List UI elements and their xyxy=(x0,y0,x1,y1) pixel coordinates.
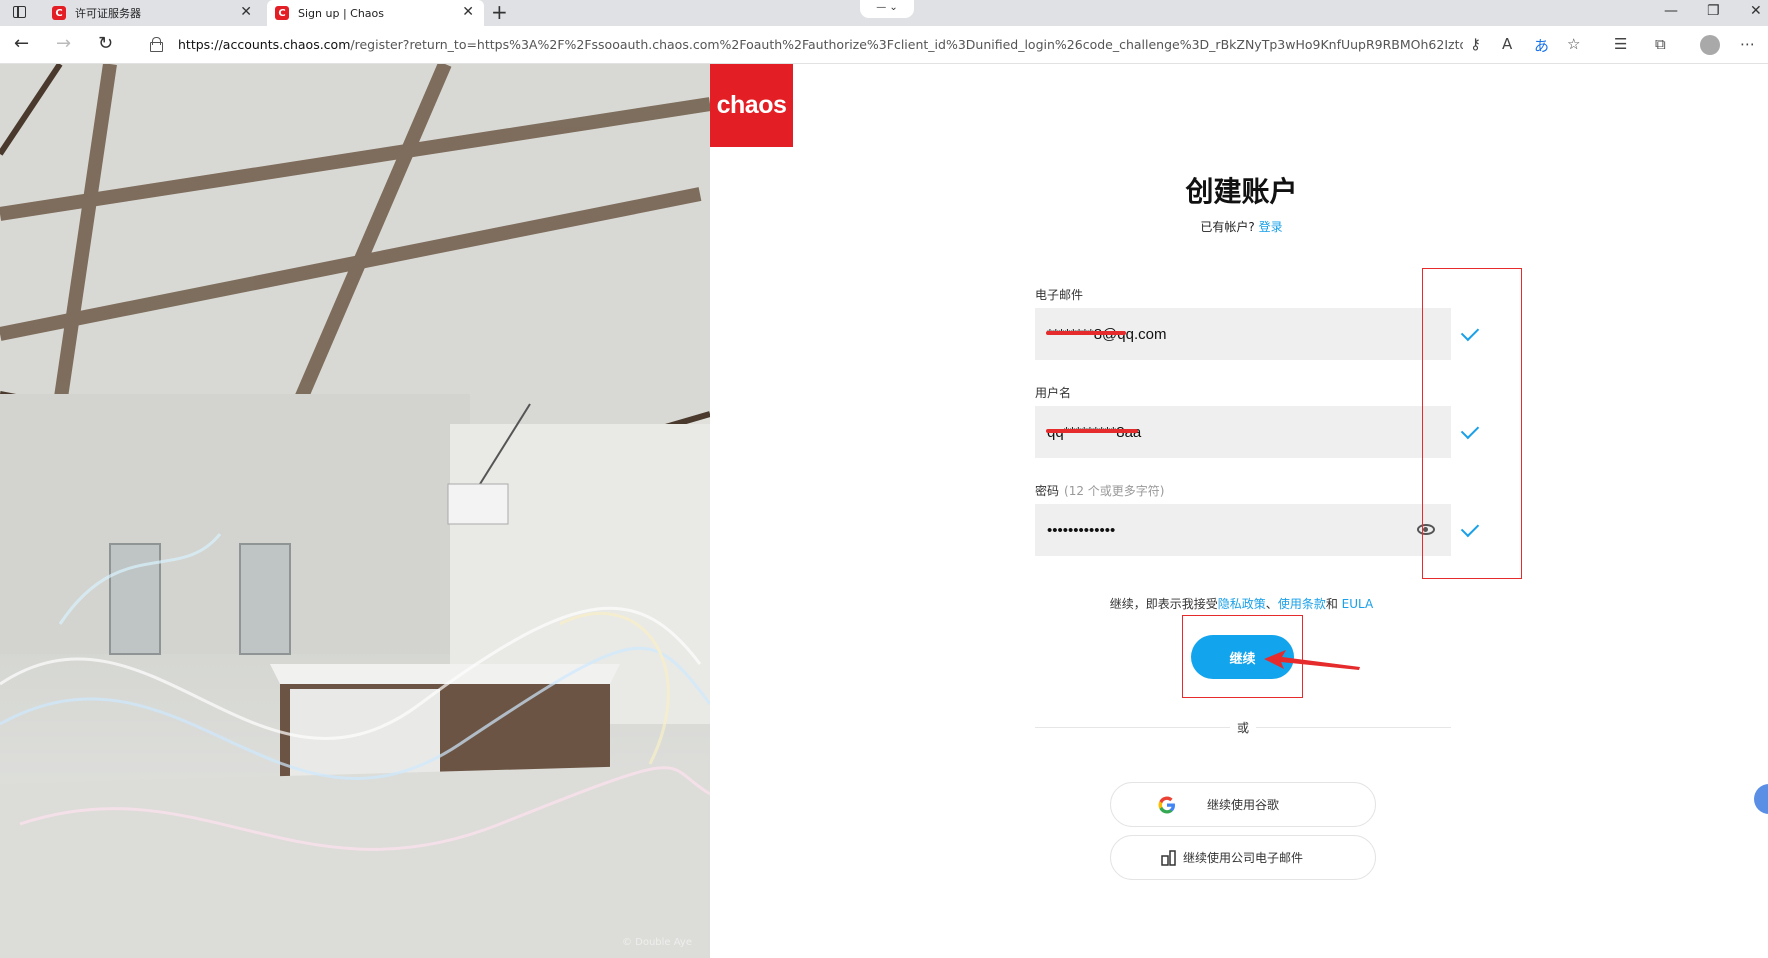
lock-icon[interactable] xyxy=(150,37,163,52)
tab-sign-up[interactable]: C Sign up | Chaos ✕ xyxy=(267,0,484,26)
tab-title: Sign up | Chaos xyxy=(298,6,384,20)
terms-separator: 、 xyxy=(1265,597,1278,611)
and-text: 和 xyxy=(1325,597,1338,611)
terms-of-use-link[interactable]: 使用条款 xyxy=(1278,597,1326,611)
close-window-icon[interactable]: ✕ xyxy=(1750,3,1762,19)
translate-icon[interactable]: あ xyxy=(1534,35,1549,56)
browser-tab-strip: C 许可证服务器 ✕ C Sign up | Chaos ✕ + — ⌄ — ❐… xyxy=(0,0,1768,26)
annotation-arrow-icon xyxy=(1264,650,1360,670)
terms-line: 继续，即表示我接受隐私政策、使用条款和 EULA xyxy=(1035,595,1448,612)
tab-actions-icon[interactable] xyxy=(13,5,26,18)
key-icon[interactable]: ⚷ xyxy=(1470,35,1481,53)
address-bar: ← → ↻ https://accounts.chaos.com/registe… xyxy=(0,26,1768,64)
restore-icon[interactable]: ❐ xyxy=(1707,3,1720,19)
image-credit: © Double Aye xyxy=(621,937,692,948)
url-path: /register?return_to=https%3A%2F%2Fssooau… xyxy=(350,37,1463,52)
redaction-mark xyxy=(1046,429,1138,433)
url-host: https://accounts.chaos.com xyxy=(178,37,351,52)
minimize-icon[interactable]: — xyxy=(1664,3,1678,19)
password-field[interactable] xyxy=(1035,504,1451,556)
password-hint: (12 个或更多字符) xyxy=(1064,484,1165,498)
chaos-favicon-icon: C xyxy=(275,6,289,20)
google-signin-button[interactable]: 继续使用谷歌 xyxy=(1110,782,1376,827)
have-account-text: 已有帐户? xyxy=(1200,220,1255,234)
chaos-logo[interactable]: chaos xyxy=(710,64,793,147)
more-menu-icon[interactable]: ⋯ xyxy=(1740,35,1755,53)
or-text: 或 xyxy=(1230,719,1256,736)
login-link[interactable]: 登录 xyxy=(1259,220,1283,234)
tab-search-button[interactable]: — ⌄ xyxy=(860,0,914,18)
add-favorite-icon[interactable]: ☆ xyxy=(1567,35,1580,53)
chaos-favicon-icon: C xyxy=(52,6,66,20)
sidebar-toggle-icon[interactable] xyxy=(1754,784,1768,814)
redaction-mark xyxy=(1046,331,1126,335)
email-label: 电子邮件 xyxy=(1035,288,1084,302)
read-aloud-icon[interactable]: A xyxy=(1502,35,1512,53)
favorites-icon[interactable]: ☰ xyxy=(1614,35,1627,53)
company-email-signin-button[interactable]: 继续使用公司电子邮件 xyxy=(1110,835,1376,880)
username-label: 用户名 xyxy=(1035,386,1072,400)
url-field[interactable]: https://accounts.chaos.com/register?retu… xyxy=(178,37,1463,52)
google-signin-label: 继续使用谷歌 xyxy=(1206,798,1279,812)
password-label-text: 密码 xyxy=(1035,484,1060,498)
refresh-icon[interactable]: ↻ xyxy=(98,33,113,54)
have-account-line: 已有帐户? 登录 xyxy=(1035,218,1448,235)
tab-title: 许可证服务器 xyxy=(75,7,141,20)
new-tab-button[interactable]: + xyxy=(491,0,508,24)
eula-link[interactable]: EULA xyxy=(1342,597,1374,611)
back-arrow-icon[interactable]: ← xyxy=(14,33,29,54)
terms-prefix: 继续，即表示我接受 xyxy=(1109,597,1218,611)
collections-icon[interactable]: ⧉ xyxy=(1655,35,1666,53)
profile-avatar[interactable] xyxy=(1700,35,1720,55)
hero-image: © Double Aye xyxy=(0,64,710,958)
password-label: 密码 (12 个或更多字符) xyxy=(1035,482,1164,499)
close-tab-icon[interactable]: ✕ xyxy=(462,4,474,20)
forward-arrow-icon[interactable]: → xyxy=(56,33,71,54)
annotation-box-checks xyxy=(1422,268,1522,579)
page-title: 创建账户 xyxy=(1185,175,1298,208)
privacy-policy-link[interactable]: 隐私政策 xyxy=(1218,597,1266,611)
company-email-label: 继续使用公司电子邮件 xyxy=(1182,851,1303,865)
close-tab-icon[interactable]: ✕ xyxy=(240,4,252,20)
tab-license-server[interactable]: C 许可证服务器 ✕ xyxy=(44,0,262,26)
